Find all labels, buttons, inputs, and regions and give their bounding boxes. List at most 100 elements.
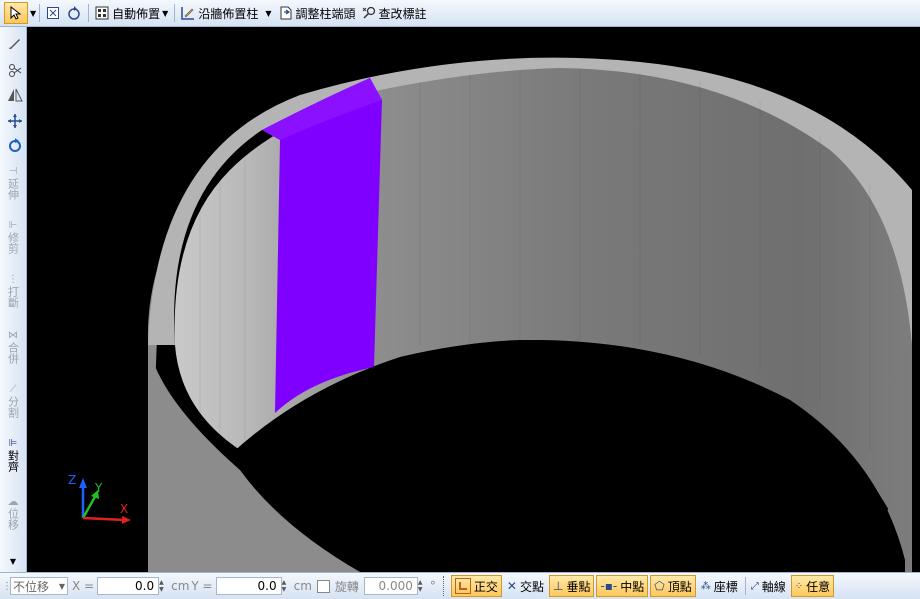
rotate-icon[interactable] xyxy=(5,137,25,153)
perpendicular-icon: ⊥ xyxy=(553,579,564,593)
align-icon: ⊫ xyxy=(8,438,18,449)
snap-any-label: 任意 xyxy=(806,579,831,594)
auto-place-icon xyxy=(95,6,109,20)
break-tool[interactable]: ⋮ 打斷 xyxy=(3,273,23,308)
orthogonal-icon xyxy=(454,578,471,594)
status-bar: ⋮ 不位移 ▼ X = 0.0 ▲ ▼ cm Y = 0.0 ▲ ▼ cm 旋轉 0… xyxy=(0,572,920,599)
y-value: 0.0 xyxy=(257,579,277,593)
snap-midpoint[interactable]: -▪- 中點 xyxy=(596,575,649,597)
cloud-icon: ☁ xyxy=(7,495,19,508)
y-unit: cm xyxy=(293,579,312,593)
box-select-button[interactable] xyxy=(43,2,63,24)
merge-label: 合併 xyxy=(6,342,20,364)
extend-label: 延伸 xyxy=(6,178,20,200)
box-select-icon xyxy=(47,7,60,19)
split-tool[interactable]: ⟋ 分割 xyxy=(3,383,23,418)
axis-z-label: Z xyxy=(68,473,76,487)
offset-mode-select[interactable]: 不位移 ▼ xyxy=(10,577,68,595)
copy-icon[interactable] xyxy=(5,63,25,79)
snap-coordinate[interactable]: ⁂ 座標 xyxy=(698,575,741,597)
x-label: X = xyxy=(72,579,95,593)
y-label: Y = xyxy=(191,579,213,593)
axis-y-label: Y xyxy=(94,481,103,495)
snap-intersection[interactable]: ✕ 交點 xyxy=(504,575,547,597)
auto-place-button[interactable]: 自動佈置 ▼ xyxy=(92,2,171,24)
any-point-icon: ⁘ xyxy=(794,580,804,592)
move-icon[interactable] xyxy=(5,113,25,129)
offset-mode-value: 不位移 xyxy=(13,579,50,594)
intersection-icon: ✕ xyxy=(506,579,517,593)
rotate-value-input[interactable]: 0.000 xyxy=(363,577,418,595)
snap-midpoint-label: 中點 xyxy=(620,579,645,594)
break-icon: ⋮ xyxy=(8,274,18,285)
trim-icon: ⊩ xyxy=(8,220,18,231)
along-wall-button[interactable]: 沿牆佈置柱 xyxy=(178,2,261,24)
separator xyxy=(88,4,90,22)
snap-intersection-label: 交點 xyxy=(519,579,544,594)
separator xyxy=(174,4,176,22)
axis-line-icon: ⤢ xyxy=(750,580,759,592)
modify-label-button[interactable]: 查改標註 xyxy=(359,2,430,24)
scroll-down-icon[interactable]: ▼ xyxy=(3,555,23,568)
rotate-label: 旋轉 xyxy=(334,579,359,594)
auto-place-label: 自動佈置 xyxy=(112,6,161,21)
x-spinner[interactable]: ▲ ▼ xyxy=(159,577,168,595)
snap-orthogonal-label: 正交 xyxy=(473,579,498,594)
column-end-icon xyxy=(280,6,291,20)
extend-tool[interactable]: ⊣ 延伸 xyxy=(3,165,23,200)
align-label: 對齊 xyxy=(6,450,20,472)
search-edit-icon xyxy=(362,6,375,19)
align-tool[interactable]: ⊫ 對齊 xyxy=(3,437,23,472)
grip-icon: ⋮ xyxy=(2,580,12,592)
3d-viewport[interactable]: Z Y X xyxy=(27,27,920,572)
split-icon: ⟋ xyxy=(9,384,17,395)
snap-axis[interactable]: ⤢ 軸線 xyxy=(748,575,789,597)
snap-orthogonal[interactable]: 正交 xyxy=(450,575,502,597)
y-spinner[interactable]: ▲ ▼ xyxy=(282,577,291,595)
rotate-checkbox[interactable] xyxy=(316,579,330,593)
snap-axis-label: 軸線 xyxy=(761,579,786,594)
offset-tool[interactable]: ☁ 位移 xyxy=(3,495,23,530)
edit-toolbar: ⊣ 延伸 ⊩ 修剪 ⋮ 打斷 ⋈ 合併 ⟋ 分割 ⊫ 對齊 ☁ 位移 ▼ xyxy=(0,27,27,572)
coordinate-icon: ⁂ xyxy=(700,580,711,592)
midpoint-icon: -▪- xyxy=(600,579,618,593)
cylindrical-wall-model[interactable]: Z Y X xyxy=(27,27,920,572)
trim-tool[interactable]: ⊩ 修剪 xyxy=(3,219,23,254)
offset-label: 位移 xyxy=(6,508,20,530)
rotate-spinner[interactable]: ▲ ▼ xyxy=(418,577,427,595)
rotate-value: 0.000 xyxy=(378,579,413,593)
split-label: 分割 xyxy=(6,396,20,418)
snap-vertex-label: 頂點 xyxy=(667,579,692,594)
x-value: 0.0 xyxy=(135,579,155,593)
brush-icon[interactable] xyxy=(5,35,25,51)
axis-gizmo xyxy=(79,478,131,524)
rotate-unit: ° xyxy=(429,579,436,593)
snap-perpendicular[interactable]: ⊥ 垂點 xyxy=(549,575,595,597)
chevron-down-icon[interactable]: ▼ xyxy=(265,9,271,18)
adjust-column-label: 調整柱端頭 xyxy=(295,6,356,21)
pointer-dropdown-icon[interactable]: ▼ xyxy=(30,9,36,18)
along-wall-label: 沿牆佈置柱 xyxy=(198,6,259,21)
merge-tool[interactable]: ⋈ 合併 xyxy=(3,329,23,364)
chevron-down-icon: ▼ xyxy=(58,581,65,591)
adjust-column-button[interactable]: 調整柱端頭 xyxy=(276,2,359,24)
rotate-refresh-icon xyxy=(68,6,80,20)
vertex-icon: ⬠ xyxy=(654,579,665,593)
chevron-down-icon: ▼ xyxy=(162,8,169,18)
trim-label: 修剪 xyxy=(6,232,20,254)
x-value-input[interactable]: 0.0 xyxy=(97,577,160,595)
x-unit: cm xyxy=(171,579,190,593)
snap-any[interactable]: ⁘ 任意 xyxy=(790,575,835,597)
snap-vertex[interactable]: ⬠ 頂點 xyxy=(650,575,696,597)
modify-label-label: 查改標註 xyxy=(378,6,427,21)
select-pointer-button[interactable] xyxy=(4,2,28,24)
refresh-button[interactable] xyxy=(63,2,85,24)
axis-x-label: X xyxy=(120,502,128,516)
y-value-input[interactable]: 0.0 xyxy=(215,577,282,595)
break-label: 打斷 xyxy=(6,286,20,308)
extend-icon: ⊣ xyxy=(8,166,18,177)
merge-icon: ⋈ xyxy=(8,330,18,341)
top-toolbar: ▼ 自動佈置 ▼ 沿牆佈置柱 ▼ 調整柱端頭 查改標註 xyxy=(0,0,920,27)
mirror-icon[interactable] xyxy=(5,87,25,103)
snap-perpendicular-label: 垂點 xyxy=(566,579,591,594)
